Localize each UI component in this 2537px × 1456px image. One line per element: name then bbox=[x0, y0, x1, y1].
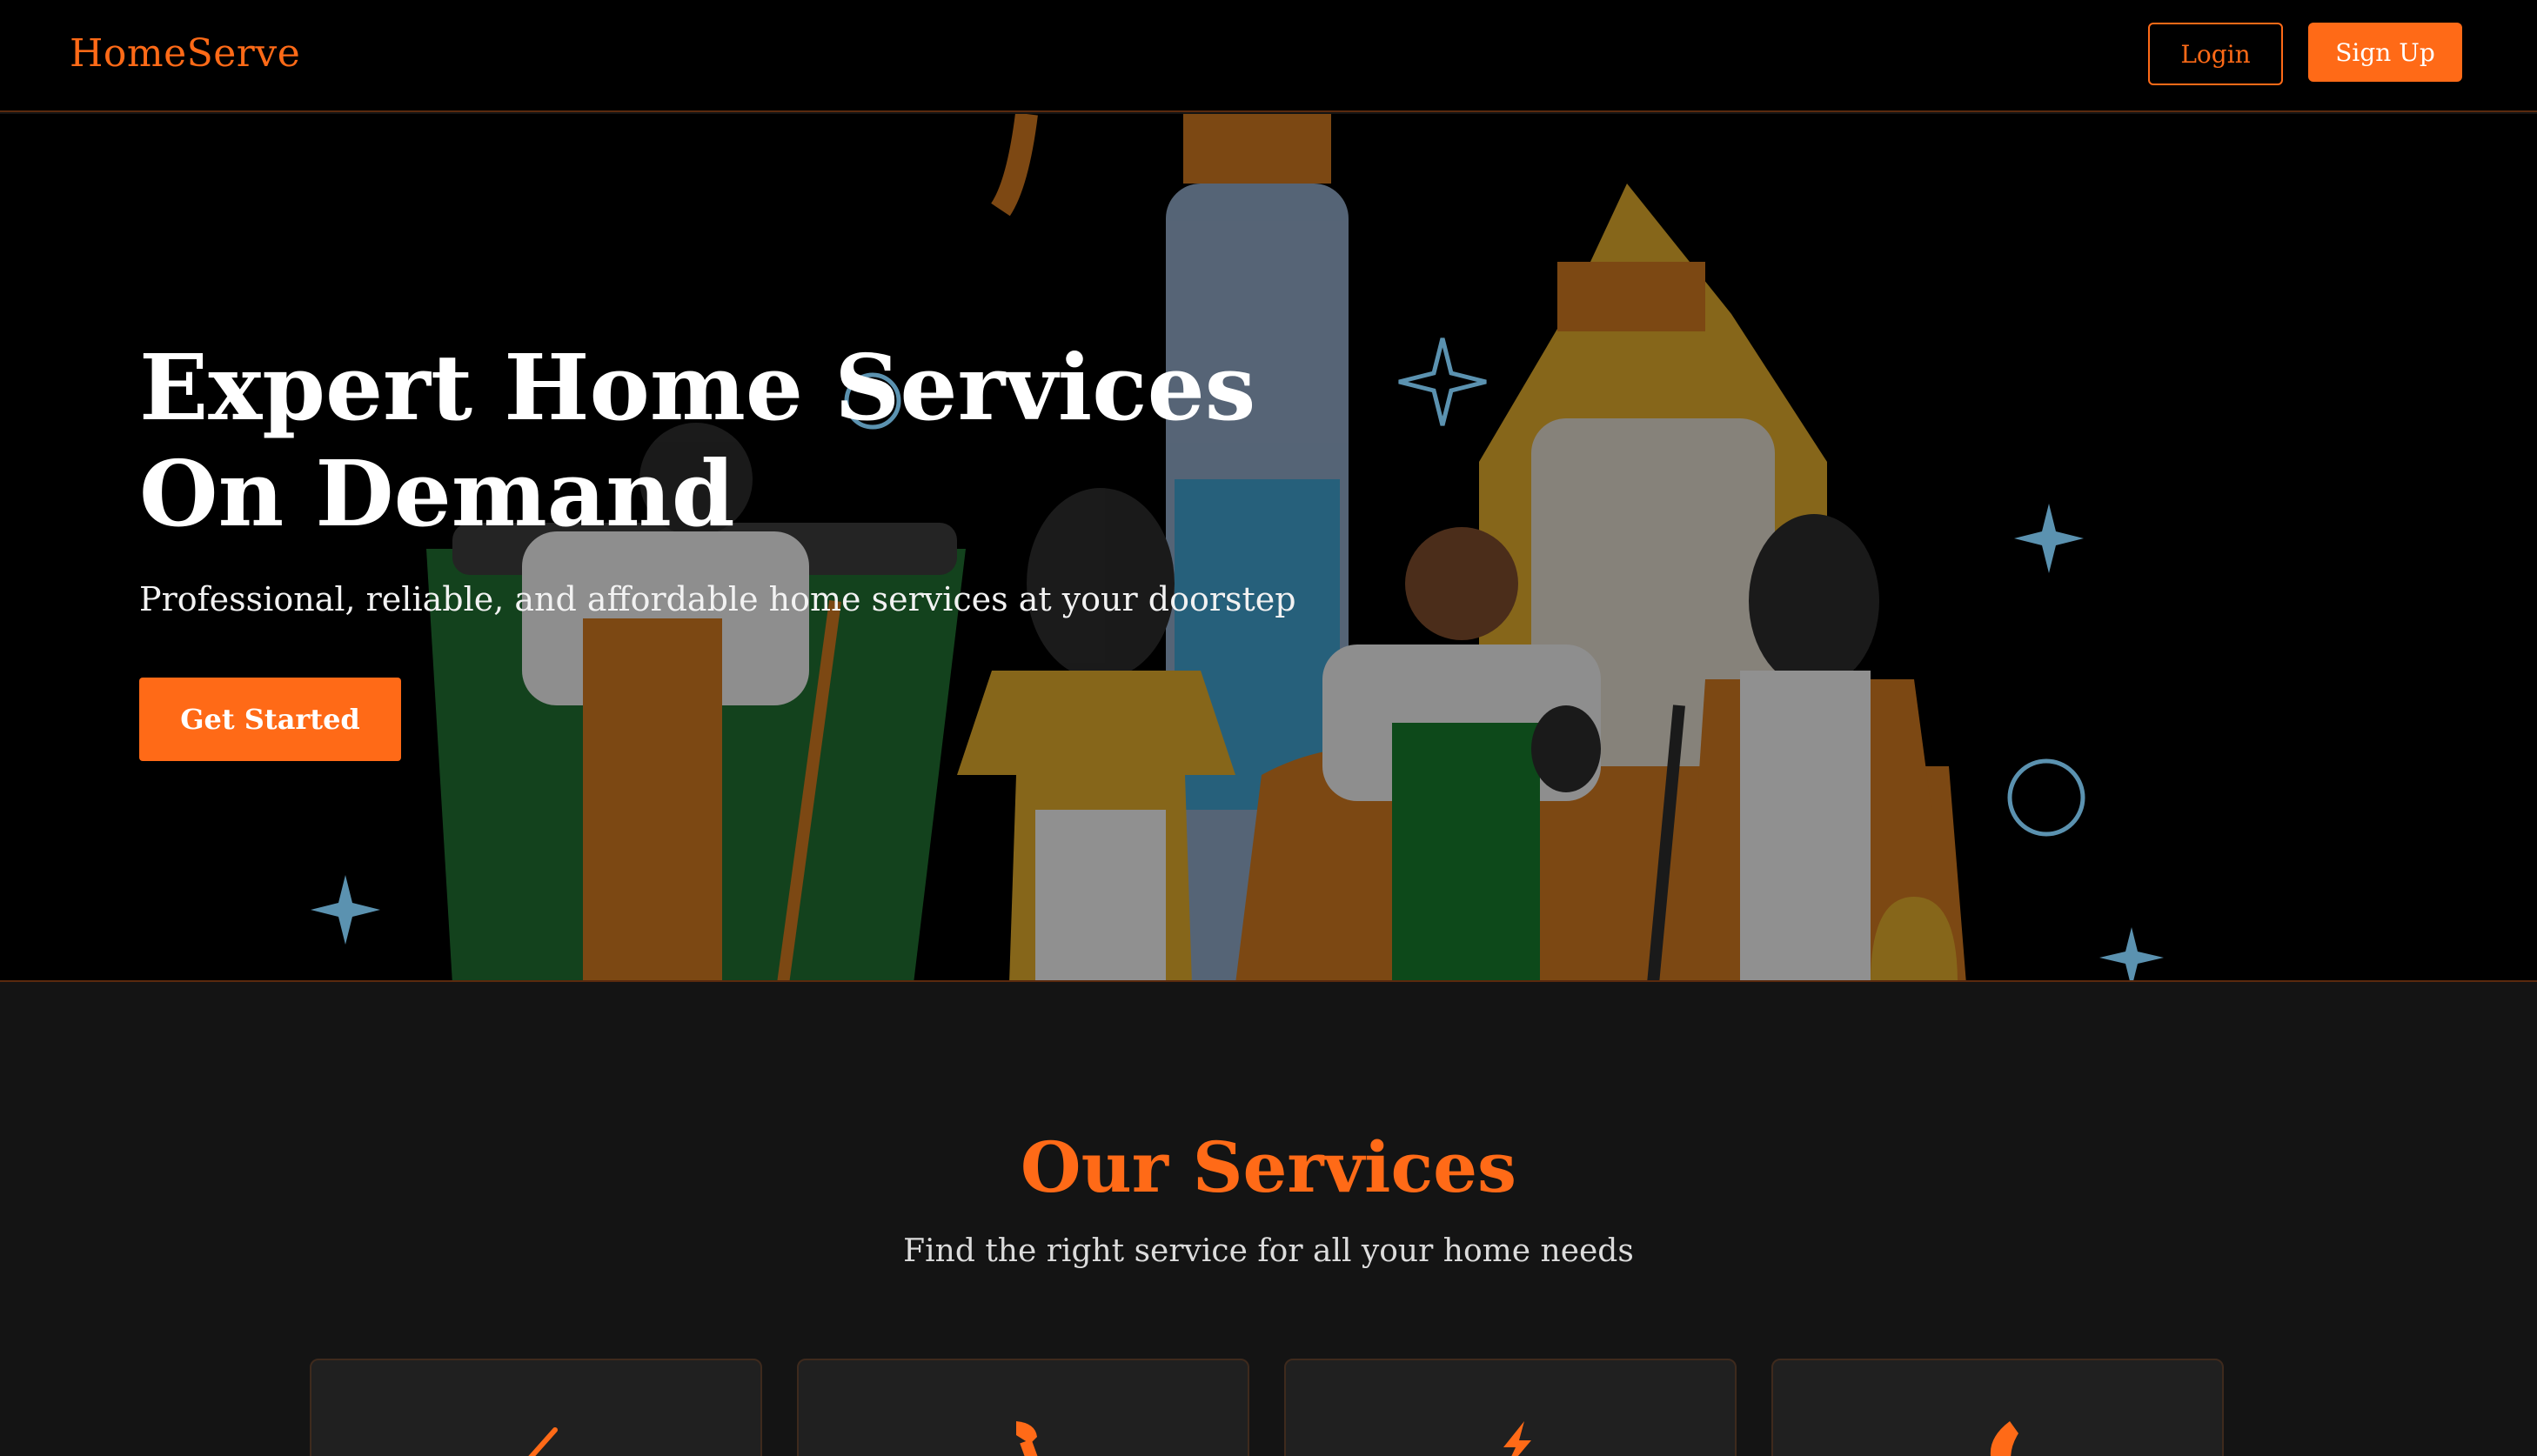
bolt-icon bbox=[1503, 1421, 1531, 1456]
service-card[interactable] bbox=[310, 1359, 762, 1456]
get-started-button[interactable]: Get Started bbox=[139, 678, 401, 761]
top-navbar: HomeServe Login Sign Up bbox=[0, 0, 2537, 112]
paintbrush-icon bbox=[528, 1427, 558, 1456]
service-card[interactable] bbox=[1284, 1359, 1737, 1456]
service-card[interactable] bbox=[797, 1359, 1249, 1456]
hero-title: Expert Home Services On Demand bbox=[139, 334, 1256, 547]
service-card[interactable] bbox=[1771, 1359, 2224, 1456]
wrench-icon bbox=[1016, 1421, 1044, 1456]
hero-section: Expert Home Services On Demand Professio… bbox=[0, 114, 2537, 982]
flame-icon bbox=[1990, 1421, 2018, 1456]
homeserve-page: HomeServe Login Sign Up Expert Home Serv… bbox=[0, 0, 2537, 1456]
services-subtitle: Find the right service for all your home… bbox=[903, 1233, 1634, 1269]
signup-button[interactable]: Sign Up bbox=[2308, 23, 2462, 82]
hero-subtitle: Professional, reliable, and affordable h… bbox=[139, 580, 1296, 618]
services-title: Our Services bbox=[1020, 1126, 1517, 1208]
login-button[interactable]: Login bbox=[2148, 23, 2283, 85]
hero-illustration bbox=[311, 114, 2164, 980]
brand-logo[interactable]: HomeServe bbox=[70, 31, 300, 76]
